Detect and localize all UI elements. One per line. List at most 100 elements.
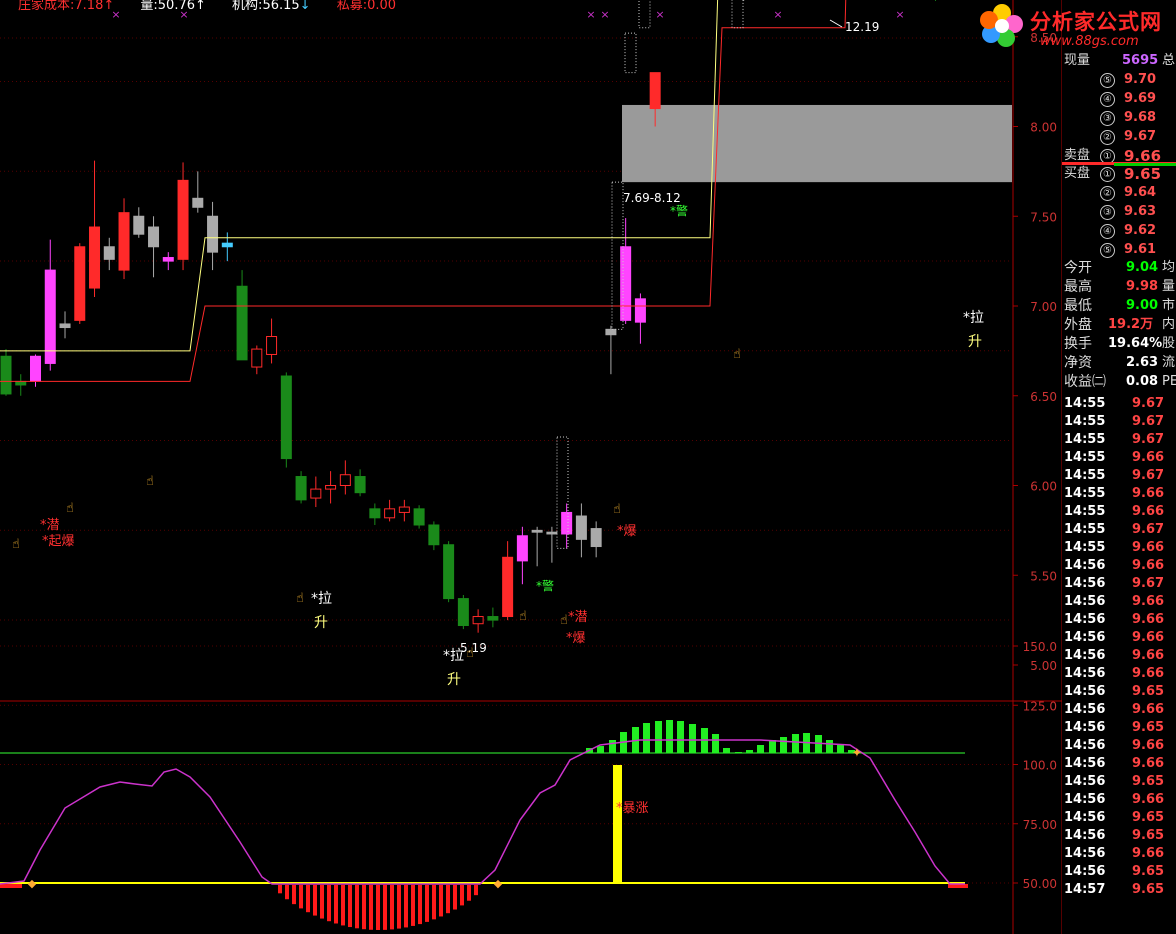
candle-body — [502, 556, 514, 618]
osc-green-bar — [837, 745, 844, 753]
tick-row: 14:56 9.66 — [1062, 755, 1176, 773]
current-volume-row: 现量 5695 总 — [1062, 52, 1176, 70]
tick-price: 9.66 — [1132, 666, 1165, 681]
signal-jing: *警 — [536, 578, 554, 593]
stat-value: 19.64% — [1108, 336, 1163, 351]
tick-row: 14:56 9.65 — [1062, 683, 1176, 701]
candle-body — [162, 257, 174, 262]
candle-body — [457, 598, 469, 627]
candle-body — [236, 285, 248, 361]
stat-ext: 股 — [1162, 336, 1176, 351]
osc-red-bar — [348, 885, 352, 928]
level-number: ⑤ — [1100, 73, 1115, 88]
stat-value: 9.04 — [1126, 260, 1159, 275]
osc-red-bar — [432, 885, 436, 920]
tick-price: 9.66 — [1132, 846, 1165, 861]
candle-body — [398, 506, 410, 513]
tick-row: 14:55 9.66 — [1062, 539, 1176, 557]
level-number: ② — [1100, 186, 1115, 201]
candle-body — [148, 226, 160, 248]
tick-row: 14:56 9.66 — [1062, 647, 1176, 665]
current-volume-value: 5695 — [1122, 53, 1159, 68]
candle-body — [620, 246, 632, 321]
private-value: 0.00 — [367, 0, 397, 13]
tick-time: 14:56 — [1064, 846, 1106, 861]
tick-row: 14:56 9.66 — [1062, 701, 1176, 719]
current-volume-ext: 总 — [1162, 53, 1176, 68]
osc-tick-label: 150.0 — [1023, 640, 1057, 654]
tick-price: 9.66 — [1132, 738, 1165, 753]
tick-time: 14:56 — [1064, 756, 1106, 771]
candle-body — [74, 246, 86, 321]
osc-marker-icon: ◆ — [28, 877, 37, 890]
tick-row: 14:55 9.67 — [1062, 413, 1176, 431]
signal-bao: *爆 — [617, 524, 637, 539]
logo-text: 分析家公式网 — [1030, 10, 1162, 34]
sell-level-row: ③ 9.68 — [1062, 109, 1176, 127]
osc-red-bar — [397, 885, 401, 929]
tick-row: 14:56 9.66 — [1062, 629, 1176, 647]
tick-row: 14:56 9.65 — [1062, 827, 1176, 845]
osc-red-bar — [0, 884, 22, 888]
signal-box — [624, 32, 637, 74]
tick-row: 14:55 9.66 — [1062, 449, 1176, 467]
tick-price: 9.65 — [1132, 720, 1165, 735]
support-line — [0, 0, 847, 382]
buy-price: 9.65 — [1124, 165, 1162, 183]
candle-body — [251, 348, 263, 368]
tick-time: 14:55 — [1064, 540, 1106, 555]
buy-level-row: ⑤ 9.61 — [1062, 241, 1176, 259]
tick-time: 14:56 — [1064, 594, 1106, 609]
level-number: ① — [1100, 167, 1115, 182]
signal-qibao: *起爆 — [42, 534, 75, 549]
candle-body — [546, 531, 558, 535]
osc-red-bar — [362, 885, 366, 930]
candle-body — [590, 528, 602, 548]
stat-value: 2.63 — [1126, 355, 1159, 370]
y-tick-label: 7.50 — [1030, 210, 1057, 224]
sell-price: 9.70 — [1124, 72, 1157, 87]
tick-price: 9.67 — [1132, 468, 1165, 483]
osc-red-bar — [292, 885, 296, 905]
tick-price: 9.66 — [1132, 450, 1165, 465]
tick-row: 14:55 9.67 — [1062, 467, 1176, 485]
osc-tick-label: 75.00 — [1023, 818, 1057, 832]
tick-price: 9.67 — [1132, 396, 1165, 411]
tick-time: 14:56 — [1064, 702, 1106, 717]
tick-time: 14:56 — [1064, 648, 1106, 663]
inst-value: 56.15 — [262, 0, 300, 13]
hand-signal-icon: ☝ — [146, 474, 154, 489]
candle-body — [266, 336, 278, 355]
candle-body — [649, 72, 661, 110]
cost-value: 7.18 — [74, 0, 104, 13]
level-number: ③ — [1100, 111, 1115, 126]
candle-body — [295, 476, 307, 501]
osc-red-bar — [453, 885, 457, 910]
osc-red-bar — [313, 885, 317, 916]
tick-time: 14:56 — [1064, 774, 1106, 789]
osc-red-bar — [376, 885, 380, 930]
tick-price: 9.65 — [1132, 828, 1165, 843]
signal-box — [731, 0, 744, 29]
stat-ext: 流 — [1162, 355, 1176, 370]
stat-label: 最低 — [1064, 298, 1092, 314]
tick-price: 9.66 — [1132, 612, 1165, 627]
tick-time: 14:56 — [1064, 558, 1106, 573]
tick-price: 9.67 — [1132, 414, 1165, 429]
signal-sheng: 升 — [447, 672, 461, 688]
buy-price: 9.62 — [1124, 223, 1157, 238]
candle-body — [413, 508, 425, 526]
tick-time: 14:55 — [1064, 396, 1106, 411]
candle-body — [0, 355, 12, 395]
candle-body — [605, 328, 617, 336]
stat-row: 今开 9.04 均 — [1062, 259, 1176, 277]
stat-row: 换手 19.64% 股 — [1062, 335, 1176, 353]
logo-url: www.88gs.com — [1040, 34, 1139, 49]
high-price-label: 12.19 — [845, 20, 879, 34]
tick-time: 14:56 — [1064, 738, 1106, 753]
osc-red-bar — [418, 885, 422, 925]
candle-body — [384, 508, 396, 519]
signal-qian: *潜 — [568, 610, 588, 625]
osc-tick-label: 50.00 — [1023, 877, 1057, 891]
stat-row: 外盘 19.2万内 — [1062, 316, 1176, 334]
